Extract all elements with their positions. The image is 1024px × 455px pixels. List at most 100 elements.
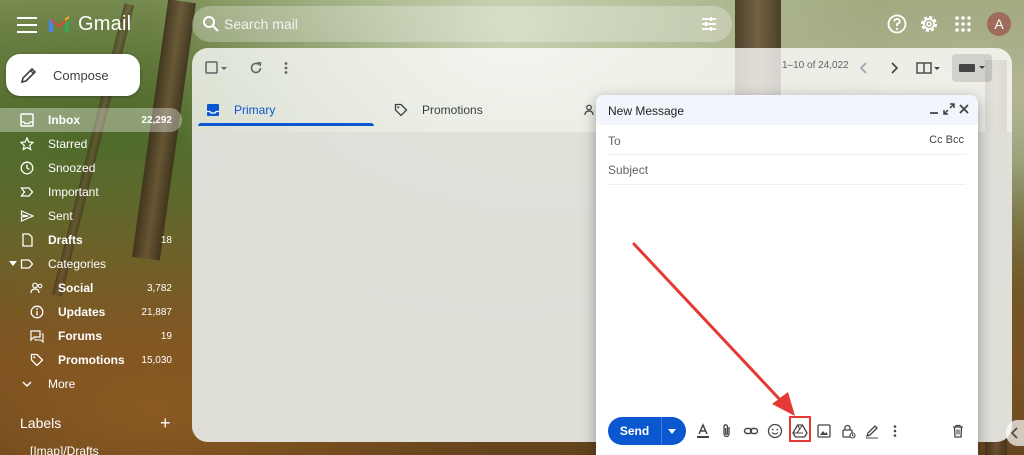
older-page-icon[interactable] (886, 60, 902, 76)
insert-link-icon[interactable] (743, 423, 759, 439)
subject-field[interactable] (608, 155, 966, 185)
sidebar-item-drafts[interactable]: Drafts 18 (0, 228, 182, 252)
unread-count: 3,782 (146, 282, 172, 294)
sidebar-item-label: Drafts (48, 233, 83, 247)
cc-bcc-link[interactable]: Cc Bcc (929, 134, 964, 146)
top-bar: Gmail A (0, 0, 1024, 48)
refresh-icon[interactable] (248, 60, 264, 76)
sidebar-item-snoozed[interactable]: Snoozed (0, 156, 182, 180)
sidebar-item-categories[interactable]: Categories (0, 252, 182, 276)
attach-file-icon[interactable] (719, 423, 735, 439)
sidebar-item-social[interactable]: Social 3,782 (0, 276, 182, 300)
labels-heading: Labels (20, 415, 62, 431)
pagination-label: 1–10 of 24,022 (782, 60, 849, 71)
tab-label: Primary (234, 103, 276, 117)
send-button[interactable]: Send (608, 417, 662, 445)
sidebar-item-label: Social (58, 281, 94, 295)
search-options-icon[interactable] (700, 15, 718, 33)
formatting-options-icon[interactable] (695, 423, 711, 439)
insert-emoji-icon[interactable] (767, 423, 783, 439)
sidebar-item-label: Forums (58, 329, 103, 343)
sidebar-item-starred[interactable]: Starred (0, 132, 182, 156)
keyboard-icon (959, 64, 985, 72)
sidebar-nav: Inbox 22,292 Starred Snoozed Important S… (0, 108, 182, 396)
to-field[interactable]: To Cc Bcc (608, 125, 966, 155)
insert-photo-icon[interactable] (816, 423, 832, 439)
clock-icon (20, 161, 34, 175)
active-tab-indicator (198, 123, 374, 126)
add-label-button[interactable]: + (160, 413, 171, 434)
sidebar-item-label: More (48, 377, 76, 391)
account-avatar[interactable]: A (987, 12, 1011, 36)
send-icon (20, 210, 34, 222)
tag-icon (394, 103, 408, 117)
settings-icon[interactable] (918, 13, 940, 35)
pencil-icon (20, 67, 37, 84)
forum-icon (30, 330, 44, 343)
message-body[interactable] (608, 191, 964, 405)
compose-button[interactable]: Compose (6, 54, 140, 96)
sidebar-item-inbox[interactable]: Inbox 22,292 (0, 108, 182, 132)
side-panel-toggle[interactable] (1006, 420, 1024, 446)
sidebar-item-label: Updates (58, 305, 106, 319)
main-menu-icon[interactable] (14, 12, 40, 36)
tab-promotions[interactable]: Promotions (394, 94, 483, 126)
newer-page-icon[interactable] (856, 60, 872, 76)
sidebar-item-more[interactable]: More (0, 372, 182, 396)
gmail-wordmark: Gmail (78, 12, 132, 35)
expand-icon[interactable] (943, 103, 955, 115)
search-icon[interactable] (202, 15, 220, 33)
sidebar-item-label: Inbox (48, 113, 80, 127)
chevron-down-icon (22, 381, 32, 388)
select-all-checkbox[interactable] (204, 60, 220, 76)
minimize-icon[interactable] (928, 103, 940, 115)
compose-header[interactable]: New Message (596, 95, 978, 125)
send-options-button[interactable] (662, 417, 686, 445)
tag-icon (30, 353, 44, 367)
label-item[interactable]: [Imap]/Drafts (30, 444, 99, 455)
draft-icon (22, 233, 33, 247)
search-bar[interactable] (192, 6, 732, 42)
send-button-group: Send (608, 417, 686, 445)
support-icon[interactable] (886, 13, 908, 35)
search-input[interactable] (224, 12, 664, 36)
unread-count: 19 (160, 330, 172, 342)
sidebar-item-label: Important (48, 185, 99, 199)
expand-arrow-icon[interactable] (9, 261, 17, 266)
to-label: To (608, 134, 621, 148)
sidebar-item-forums[interactable]: Forums 19 (0, 324, 182, 348)
label-icon (20, 259, 34, 269)
split-pane-icon[interactable] (916, 60, 942, 76)
discard-draft-icon[interactable] (950, 423, 966, 439)
apps-grid-icon[interactable] (952, 13, 974, 35)
sidebar-item-sent[interactable]: Sent (0, 204, 182, 228)
more-options-icon[interactable] (887, 423, 903, 439)
gmail-m-icon (48, 15, 70, 33)
unread-count: 15,030 (141, 354, 172, 366)
sidebar-item-label: Starred (48, 137, 88, 151)
info-icon (30, 305, 44, 319)
draft-count: 18 (160, 234, 172, 246)
sidebar-item-label: Sent (48, 209, 73, 223)
insert-signature-icon[interactable] (864, 423, 880, 439)
sidebar-item-label: Snoozed (48, 161, 96, 175)
subject-input[interactable] (608, 160, 948, 180)
confidential-mode-icon[interactable] (840, 423, 856, 439)
tab-primary[interactable]: Primary (206, 94, 275, 126)
compose-title: New Message (608, 104, 685, 118)
more-vert-icon[interactable] (278, 60, 294, 76)
sidebar-item-promotions[interactable]: Promotions 15,030 (0, 348, 182, 372)
close-icon[interactable] (958, 103, 970, 115)
highlight-box (789, 416, 811, 442)
unread-count: 22,292 (141, 114, 172, 126)
compose-window: New Message To Cc Bcc Send (596, 95, 978, 455)
sidebar-item-important[interactable]: Important (0, 180, 182, 204)
chevron-left-icon (1010, 427, 1018, 439)
sidebar-item-updates[interactable]: Updates 21,887 (0, 300, 182, 324)
input-tools-button[interactable] (952, 54, 992, 82)
gmail-logo[interactable]: Gmail (48, 10, 131, 38)
people-icon (30, 282, 43, 294)
important-icon (20, 187, 34, 197)
select-dropdown-icon[interactable] (219, 60, 229, 76)
compose-label: Compose (53, 67, 109, 83)
